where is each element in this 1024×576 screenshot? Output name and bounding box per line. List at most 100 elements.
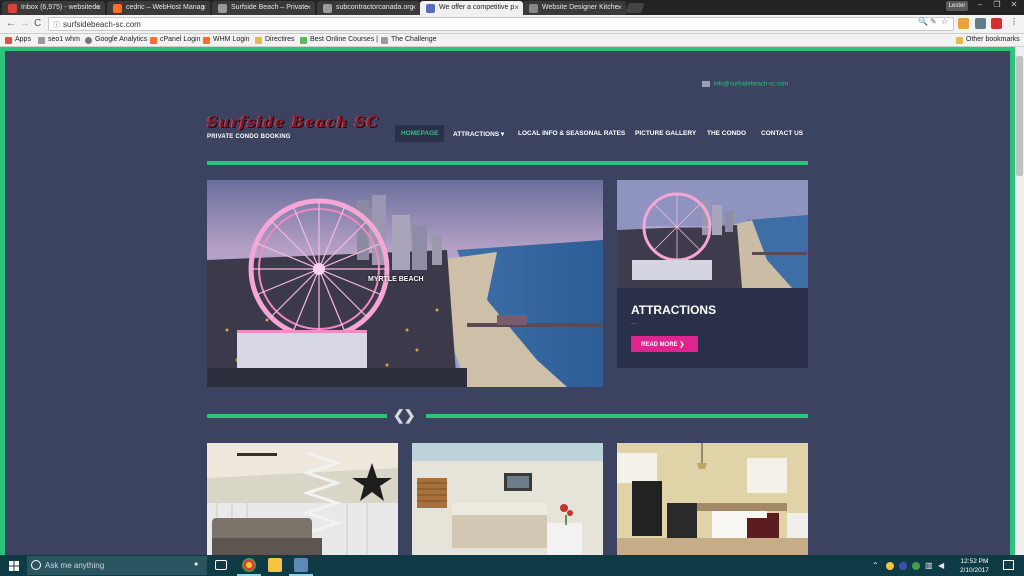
tab-title: subcontractorcanada.org	[336, 4, 414, 11]
bookmark-item[interactable]: The Challenge	[381, 36, 437, 44]
gallery-thumb-kitchen[interactable]	[617, 443, 808, 555]
other-bookmarks[interactable]: Other bookmarks	[956, 36, 1020, 44]
close-icon[interactable]: ×	[306, 3, 311, 12]
read-more-button[interactable]: READ MORE ❯	[631, 336, 698, 352]
app-icon[interactable]	[294, 558, 308, 572]
nav-contact-us[interactable]: CONTACT US	[755, 125, 809, 142]
section-divider	[207, 161, 808, 165]
cortana-search-box[interactable]: Ask me anything ●	[27, 556, 207, 575]
gallery-thumb-bedroom[interactable]	[412, 443, 603, 555]
gallery-thumb-living-room[interactable]	[207, 443, 398, 555]
browser-tab[interactable]: Inbox (6,975) - websitede ×	[2, 1, 105, 15]
file-explorer-icon[interactable]	[268, 558, 282, 572]
browser-tab[interactable]: cedric – WebHost Manag ×	[107, 1, 210, 15]
bookmark-star-icon[interactable]: ☆	[941, 17, 948, 26]
contact-email[interactable]: info@surfsidebeach-sc.com	[702, 81, 788, 88]
udemy-icon	[300, 37, 307, 44]
carousel-arrows[interactable]: ❮❯	[393, 407, 415, 424]
search-icon[interactable]: 🔍	[918, 17, 928, 26]
nav-the-condo[interactable]: THE CONDO	[701, 125, 752, 142]
page-icon	[38, 37, 45, 44]
minimize-button[interactable]: –	[972, 0, 988, 12]
browser-tab-active[interactable]: We offer a competitive p ×	[420, 1, 523, 15]
browser-toolbar: ← → C ⓘ surfsidebeach-sc.com 🔍 ✎ ☆ ⋮	[0, 15, 1024, 34]
page-icon	[218, 4, 227, 13]
network-icon[interactable]: ▥	[925, 561, 933, 570]
close-icon[interactable]: ×	[96, 3, 101, 12]
forward-button[interactable]: →	[20, 18, 30, 29]
user-profile-button[interactable]: Lester	[946, 1, 968, 11]
section-divider	[426, 414, 808, 418]
nav-attractions[interactable]: ATTRACTIONS ▾	[447, 125, 510, 142]
section-divider	[207, 414, 387, 418]
attractions-card	[617, 288, 808, 368]
edit-icon[interactable]: ✎	[930, 17, 937, 26]
cpanel-icon	[113, 4, 122, 13]
menu-icon[interactable]: ⋮	[1010, 17, 1018, 26]
cpanel-icon	[150, 37, 157, 44]
clock-time: 12:52 PM	[960, 558, 989, 565]
browser-tab[interactable]: Surfside Beach – Private ×	[212, 1, 315, 15]
folder-icon	[255, 37, 262, 44]
nav-picture-gallery[interactable]: PICTURE GALLERY	[629, 125, 702, 142]
task-view-icon[interactable]	[215, 560, 227, 570]
browser-tab-strip: Inbox (6,975) - websitede × cedric – Web…	[0, 0, 1024, 15]
page-icon	[529, 4, 538, 13]
folder-icon	[956, 37, 963, 44]
tab-title: Inbox (6,975) - websitede	[21, 4, 100, 11]
reload-button[interactable]: C	[34, 18, 41, 29]
scrollbar-thumb[interactable]	[1016, 56, 1023, 176]
info-icon[interactable]: ⓘ	[53, 20, 60, 30]
maximize-button[interactable]: ❐	[989, 0, 1005, 12]
site-logo[interactable]: Surfside Beach SC	[207, 113, 379, 131]
bookmarks-bar: Apps seo1 whm Google Analytics cPanel Lo…	[0, 34, 1024, 47]
close-icon[interactable]: ×	[514, 3, 519, 12]
accent-border	[0, 47, 1015, 51]
site-tagline: PRIVATE CONDO BOOKING	[207, 134, 291, 140]
close-icon[interactable]: ×	[617, 3, 622, 12]
extension-icon[interactable]	[975, 18, 986, 29]
nav-homepage[interactable]: HOMEPAGE	[395, 125, 445, 142]
hero-caption: MYRTLE BEACH	[368, 276, 424, 283]
tray-chevron-icon[interactable]: ⌃	[872, 561, 879, 570]
microphone-icon[interactable]: ●	[194, 561, 198, 568]
system-clock[interactable]: 12:52 PM 2/10/2017	[960, 557, 989, 575]
extension-icon[interactable]	[991, 18, 1002, 29]
hero-slide-image[interactable]	[207, 180, 603, 387]
close-icon[interactable]: ×	[411, 3, 416, 12]
tray-app-icon[interactable]	[886, 562, 894, 570]
bookmark-item[interactable]: Apps	[5, 36, 31, 44]
bookmark-item[interactable]: cPanel Login	[150, 36, 200, 44]
tray-app-icon[interactable]	[899, 562, 907, 570]
attractions-card-title[interactable]: ATTRACTIONS	[631, 303, 716, 317]
new-tab-button[interactable]	[625, 3, 645, 13]
extension-icon[interactable]	[958, 18, 969, 29]
attractions-card-image[interactable]	[617, 180, 808, 288]
notifications-icon[interactable]	[1003, 560, 1014, 570]
tab-title: cedric – WebHost Manag	[126, 4, 205, 11]
nav-local-info[interactable]: LOCAL INFO & SEASONAL RATES	[512, 125, 631, 142]
chrome-icon[interactable]	[242, 558, 256, 572]
back-button[interactable]: ←	[6, 18, 16, 29]
bookmark-item[interactable]: Google Analytics	[85, 36, 147, 44]
bookmark-item[interactable]: WHM Login	[203, 36, 250, 44]
apps-icon	[5, 37, 12, 44]
close-window-button[interactable]: ✕	[1006, 0, 1022, 12]
volume-icon[interactable]: ◀	[938, 561, 944, 570]
url-text: surfsidebeach-sc.com	[63, 20, 141, 29]
close-icon[interactable]: ×	[201, 3, 206, 12]
address-bar[interactable]: ⓘ surfsidebeach-sc.com	[48, 17, 954, 31]
page-icon	[381, 37, 388, 44]
bookmark-item[interactable]: Best Online Courses |	[300, 36, 378, 44]
windows-start-icon[interactable]	[9, 561, 19, 571]
bookmark-item[interactable]: Directires	[255, 36, 295, 44]
browser-tab[interactable]: subcontractorcanada.org ×	[317, 1, 420, 15]
page-viewport: info@surfsidebeach-sc.com Surfside Beach…	[0, 47, 1015, 555]
tray-app-icon[interactable]	[912, 562, 920, 570]
clock-date: 2/10/2017	[960, 567, 989, 574]
tab-title: We offer a competitive p	[439, 4, 515, 11]
accent-border	[0, 47, 5, 555]
cortana-icon	[31, 560, 41, 570]
bookmark-item[interactable]: seo1 whm	[38, 36, 80, 44]
browser-tab[interactable]: Website Designer Kitche ×	[523, 1, 626, 15]
